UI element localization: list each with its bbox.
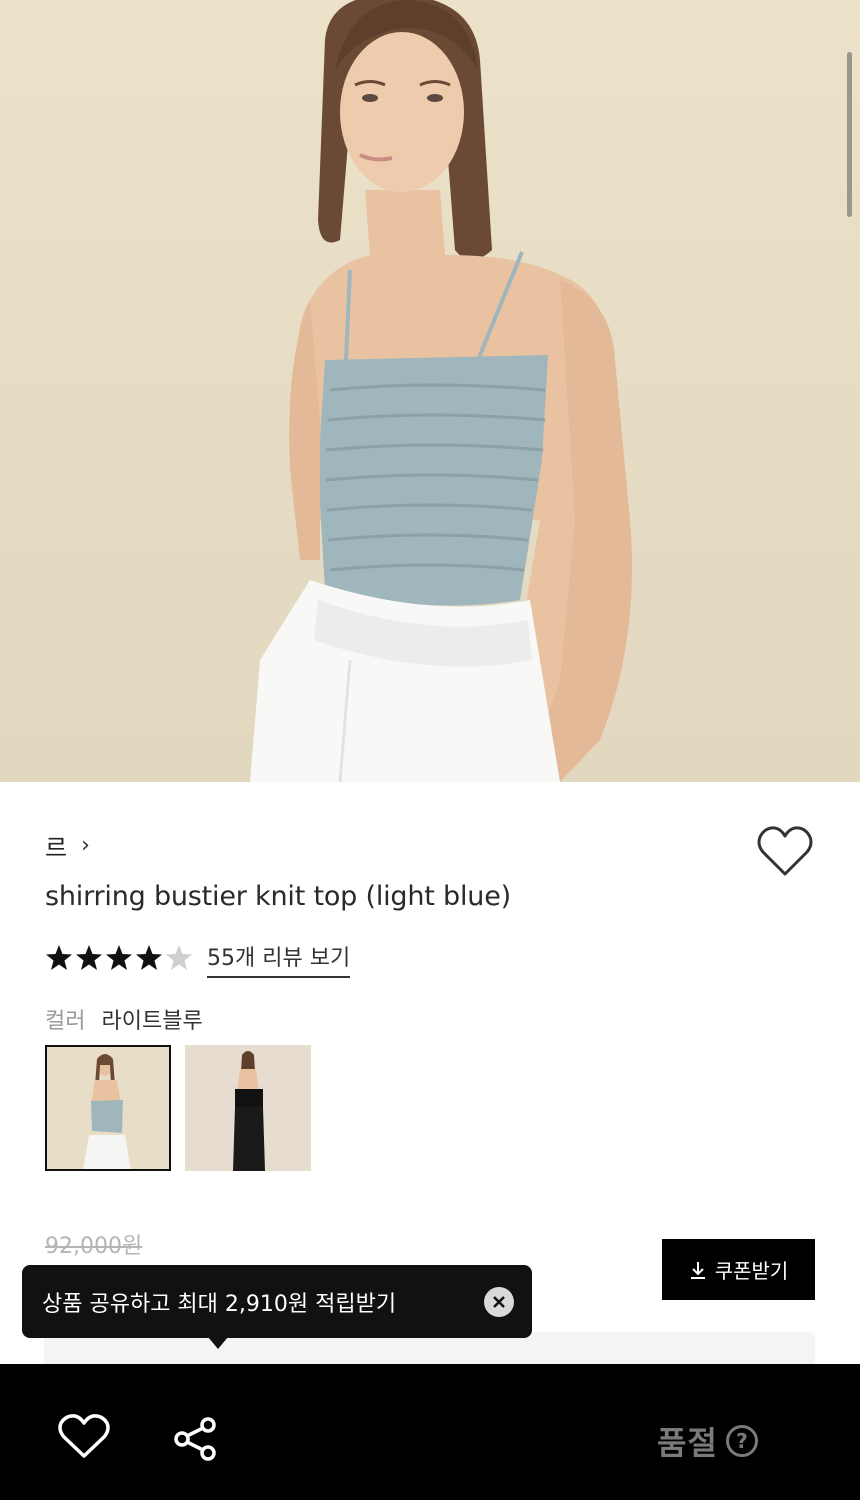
star-rating <box>45 943 195 975</box>
color-label: 컬러 <box>45 1009 86 1034</box>
product-main-image[interactable] <box>0 0 860 782</box>
original-price: 92,000원 <box>45 1234 143 1259</box>
close-icon[interactable] <box>484 1287 514 1317</box>
sold-out-label: 품절 <box>657 1424 718 1462</box>
wishlist-heart-icon[interactable] <box>756 824 814 880</box>
color-thumbnails <box>45 1045 311 1171</box>
share-reward-tooltip: 상품 공유하고 최대 2,910원 적립받기 <box>22 1265 532 1349</box>
stars-icon <box>46 945 192 970</box>
brand-link[interactable]: 르 › <box>45 828 90 863</box>
thumbnail-light-blue[interactable] <box>45 1045 171 1171</box>
thumbnail-black[interactable] <box>185 1045 311 1171</box>
sold-out-status: 품절 ? <box>657 1418 758 1464</box>
color-value: 라이트블루 <box>101 1009 203 1034</box>
share-icon[interactable] <box>172 1416 218 1462</box>
coupon-button[interactable]: 쿠폰받기 <box>662 1239 815 1300</box>
chevron-right-icon: › <box>81 833 90 858</box>
tooltip-arrow <box>208 1337 228 1349</box>
heart-icon[interactable] <box>58 1414 110 1460</box>
help-icon[interactable]: ? <box>725 1425 758 1457</box>
bottom-action-bar: 품절 ? <box>0 1364 860 1500</box>
rating-row: 55개 리뷰 보기 <box>45 940 351 978</box>
product-photo-illustration <box>250 0 632 782</box>
tooltip-text: 상품 공유하고 최대 2,910원 적립받기 <box>42 1291 397 1317</box>
scrollbar[interactable] <box>847 52 852 217</box>
product-title: shirring bustier knit top (light blue) <box>45 881 511 912</box>
review-link[interactable]: 55개 리뷰 보기 <box>207 940 351 978</box>
download-icon <box>690 1261 705 1279</box>
brand-label: 르 <box>45 834 68 862</box>
color-row: 컬러 라이트블루 <box>45 1003 203 1035</box>
coupon-label: 쿠폰받기 <box>714 1259 789 1283</box>
